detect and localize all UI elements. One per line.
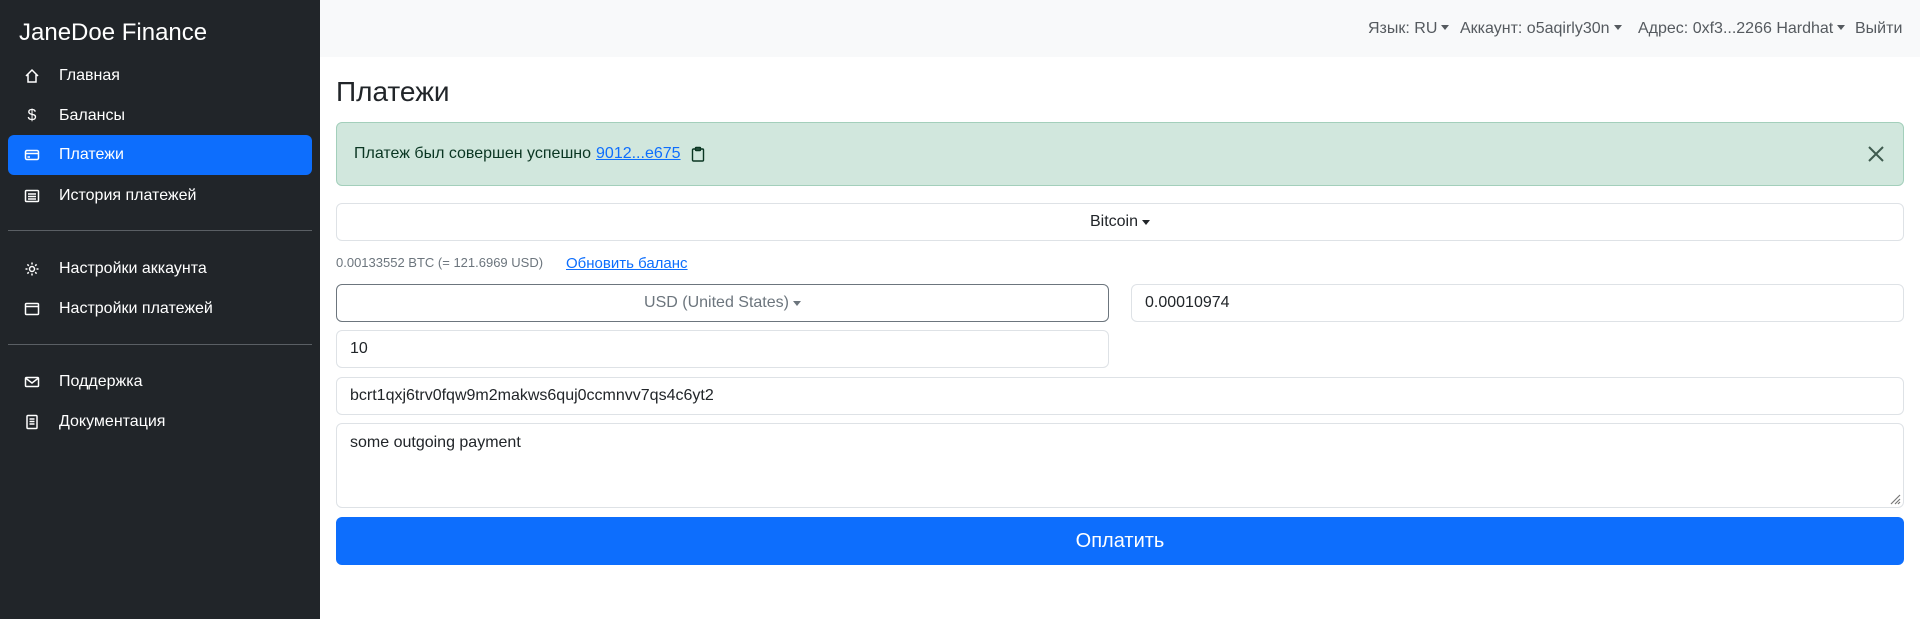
page-title: Платежи — [336, 76, 450, 107]
sidebar-item-label: Платежи — [59, 146, 124, 163]
address-label: Адрес: 0xf3...2266 Hardhat — [1638, 20, 1834, 37]
sidebar-item-docs[interactable]: Документация — [8, 402, 312, 442]
resize-handle-icon[interactable] — [1887, 491, 1901, 505]
address-dropdown[interactable]: Адрес: 0xf3...2266 Hardhat — [1638, 19, 1846, 39]
window-icon — [23, 300, 41, 318]
caret-down-icon — [1142, 219, 1151, 225]
logout-link[interactable]: Выйти — [1855, 19, 1902, 39]
language-label: Язык: RU — [1368, 20, 1438, 37]
fiat-select-value: USD (United States) — [644, 294, 789, 311]
account-dropdown[interactable]: Аккаунт: o5aqirly30n — [1460, 19, 1622, 39]
account-label: Аккаунт: o5aqirly30n — [1460, 20, 1610, 37]
caret-down-icon — [1441, 25, 1450, 30]
sidebar-item-label: Настройки платежей — [59, 300, 213, 317]
home-icon — [23, 67, 41, 85]
sidebar-divider — [8, 230, 312, 231]
comment-value: some outgoing payment — [350, 434, 521, 451]
list-icon — [23, 187, 41, 205]
caret-down-icon — [792, 300, 801, 306]
close-icon[interactable] — [1863, 141, 1889, 167]
envelope-icon — [23, 373, 41, 391]
currency-select[interactable]: Bitcoin — [336, 203, 1904, 241]
clipboard-icon[interactable] — [691, 146, 705, 162]
gear-icon — [23, 260, 41, 278]
refresh-balance-link[interactable]: Обновить баланс — [566, 255, 688, 273]
brand-title[interactable]: JaneDoe Finance — [19, 18, 207, 48]
dollar-icon: $ — [27, 107, 37, 124]
comment-textarea[interactable]: some outgoing payment — [336, 423, 1904, 508]
sidebar-item-balances[interactable]: $ Балансы — [8, 96, 312, 136]
caret-down-icon — [1613, 25, 1622, 30]
currency-select-value: Bitcoin — [1089, 213, 1139, 230]
sidebar-divider — [8, 344, 312, 345]
balance-text: 0.00133552 BTC (= 121.6969 USD) — [336, 255, 544, 270]
sidebar-item-payment-settings[interactable]: Настройки платежей — [8, 289, 312, 329]
language-dropdown[interactable]: Язык: RU — [1368, 19, 1450, 39]
sidebar-item-label: Настройки аккаунта — [59, 260, 207, 277]
top-navbar: Язык: RU Аккаунт: o5aqirly30n Адрес: 0xf… — [320, 0, 1920, 57]
card-icon — [23, 146, 41, 164]
sidebar-item-history[interactable]: История платежей — [8, 176, 312, 216]
sidebar-item-support[interactable]: Поддержка — [8, 362, 312, 402]
sidebar-item-payments[interactable]: Платежи — [8, 135, 312, 175]
crypto-amount-value: 0.00010974 — [1145, 294, 1230, 311]
transaction-link[interactable]: 9012...e675 — [596, 145, 681, 163]
alert-text: Платеж был совершен успешно — [354, 145, 592, 162]
sidebar-item-label: Балансы — [59, 107, 125, 124]
success-alert: Платеж был совершен успешно 9012...e675 — [336, 122, 1904, 186]
recipient-address-input[interactable]: bcrt1qxj6trv0fqw9m2makws6quj0ccmnvv7qs4c… — [336, 377, 1904, 415]
sidebar-item-label: Главная — [59, 67, 120, 84]
recipient-address-value: bcrt1qxj6trv0fqw9m2makws6quj0ccmnvv7qs4c… — [350, 387, 714, 404]
caret-down-icon — [1837, 25, 1846, 30]
fiat-currency-select[interactable]: USD (United States) — [336, 284, 1109, 322]
fiat-amount-input[interactable]: 10 — [336, 330, 1109, 368]
pay-button[interactable]: Оплатить — [336, 517, 1904, 565]
sidebar-item-label: Поддержка — [59, 373, 143, 390]
sidebar-item-home[interactable]: Главная — [8, 56, 312, 96]
document-icon — [23, 413, 41, 431]
sidebar-item-account-settings[interactable]: Настройки аккаунта — [8, 249, 312, 289]
sidebar-item-label: Документация — [59, 413, 166, 430]
sidebar-item-label: История платежей — [59, 187, 197, 204]
fiat-amount-value: 10 — [350, 340, 368, 357]
sidebar: JaneDoe Finance Главная $ Балансы Платеж… — [0, 0, 320, 619]
crypto-amount-input[interactable]: 0.00010974 — [1131, 284, 1904, 322]
